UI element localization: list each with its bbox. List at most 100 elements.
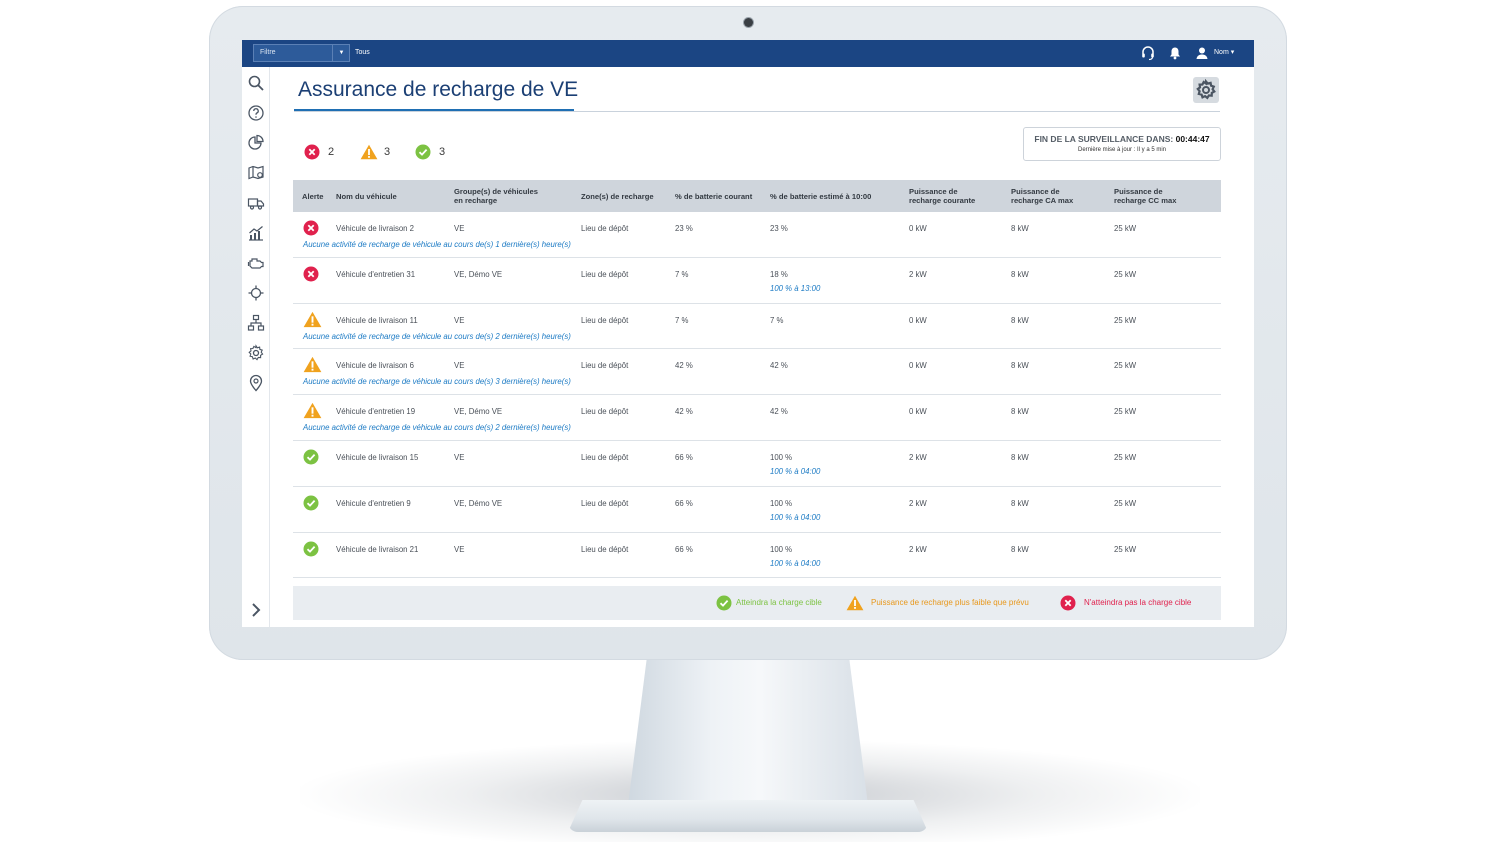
user-menu[interactable]: Nom ▾: [1214, 44, 1234, 62]
cell-power: 2 kW: [909, 269, 927, 279]
filter-value: Tous: [355, 49, 370, 56]
monitoring-timer: FIN DE LA SURVEILLANCE DANS: 00:44:47 De…: [1023, 127, 1221, 161]
estimated-note: 100 % à 04:00: [770, 558, 821, 568]
cell-battery: 23 %: [675, 224, 693, 233]
header-alert[interactable]: Alerte: [302, 180, 324, 212]
cell-power: 0 kW: [909, 315, 927, 325]
cell-dc: 25 kW: [1114, 269, 1137, 279]
map-pin-icon[interactable]: [247, 164, 265, 182]
estimated-note: 100 % à 04:00: [770, 512, 821, 522]
cell-zone: Lieu de dépôt: [581, 498, 629, 508]
cell-dc: 25 kW: [1114, 544, 1137, 554]
check-icon: [415, 144, 431, 160]
cell-ac: 8 kW: [1011, 407, 1029, 417]
bell-icon[interactable]: [1167, 45, 1183, 61]
engine-icon[interactable]: [247, 254, 265, 272]
counter-red-value: 2: [328, 146, 335, 158]
alert-status-red: [303, 266, 319, 287]
cell-zone: Lieu de dépôt: [581, 407, 629, 417]
legend-red-label: N'atteindra pas la charge cible: [1084, 598, 1192, 607]
header-ac[interactable]: Puissance de recharge CA max: [1011, 180, 1073, 212]
table-row[interactable]: Véhicule d'entretien 31 VE, Démo VE Lieu d…: [293, 258, 1221, 304]
cell-name: Véhicule d'entretien 19: [336, 407, 416, 417]
header-ac-l1: Puissance de: [1011, 187, 1060, 196]
monitor-stand-neck: [628, 655, 868, 805]
gear-icon[interactable]: [247, 344, 265, 362]
warning-icon: [303, 311, 322, 327]
check-icon: [716, 595, 732, 611]
cell-estimated: 42 %: [770, 407, 788, 417]
cell-name: Véhicule de livraison 21: [336, 544, 419, 554]
cell-ac: 8 kW: [1011, 453, 1029, 462]
cell-name: Véhicule de livraison 11: [336, 315, 418, 325]
screen: Filtre ▼ Tous Nom ▾ Assurance de recharg…: [242, 40, 1254, 627]
cell-estimated: 18 %: [770, 269, 788, 279]
table-row[interactable]: Véhicule de livraison 15 VE Lieu de dépôt 6…: [293, 441, 1221, 487]
header-ac-l2: recharge CA max: [1011, 196, 1074, 205]
header-power[interactable]: Puissance de recharge courante: [909, 180, 975, 212]
header-name[interactable]: Nom du véhicule: [336, 180, 397, 212]
page-title: Assurance de recharge de VE: [298, 78, 579, 101]
table-row[interactable]: Véhicule de livraison 6 VE Lieu de dépôt 42…: [293, 349, 1221, 396]
cell-estimated: 100 %: [770, 544, 793, 554]
integrations-icon[interactable]: [247, 284, 265, 302]
cell-estimated: 42 %: [770, 361, 788, 371]
location-icon[interactable]: [247, 374, 265, 392]
cell-groups: VE: [454, 453, 465, 462]
table-row[interactable]: Véhicule de livraison 11 VE Lieu de dépôt 7…: [293, 304, 1221, 350]
cell-groups: VE, Démo VE: [454, 498, 503, 508]
error-icon: [304, 144, 320, 160]
chevron-down-icon[interactable]: ▼: [332, 44, 350, 62]
analytics-icon[interactable]: [247, 224, 265, 242]
sidebar: [242, 67, 270, 627]
help-icon[interactable]: [247, 104, 265, 122]
header-dc[interactable]: Puissance de recharge CC max: [1114, 180, 1176, 212]
cell-power: 0 kW: [909, 224, 927, 233]
cell-name: Véhicule d'entretien 9: [336, 498, 411, 508]
table-row[interactable]: Véhicule d'entretien 19 VE, Démo VE Lieu d…: [293, 395, 1221, 441]
header-groups[interactable]: Groupe(s) de véhicules en recharge: [454, 180, 538, 212]
cell-battery: 66 %: [675, 544, 693, 554]
cell-power: 2 kW: [909, 498, 927, 508]
headset-icon[interactable]: [1140, 45, 1156, 61]
cell-battery: 66 %: [675, 498, 693, 508]
header-groups-l1: Groupe(s) de véhicules: [454, 187, 538, 196]
cell-dc: 25 kW: [1114, 453, 1137, 462]
header-zone[interactable]: Zone(s) de recharge: [581, 180, 654, 212]
table-row[interactable]: Véhicule de livraison 21 VE Lieu de dépôt 6…: [293, 533, 1221, 579]
pie-chart-icon[interactable]: [247, 134, 265, 152]
counter-orange-value: 3: [384, 146, 391, 158]
title-divider: [294, 111, 1220, 112]
error-icon: [303, 266, 319, 282]
legend-orange-label: Puissance de recharge plus faible que pr…: [871, 598, 1029, 607]
check-icon: [303, 495, 319, 511]
error-icon: [1060, 595, 1076, 611]
cell-battery: 7 %: [675, 315, 689, 325]
header-power-l2: recharge courante: [909, 196, 976, 205]
cell-battery: 42 %: [675, 361, 693, 371]
chevron-right-icon[interactable]: [247, 601, 265, 619]
header-dc-l1: Puissance de: [1114, 187, 1163, 196]
alert-status-orange: [303, 311, 322, 333]
table-row[interactable]: Véhicule d'entretien 9 VE, Démo VE Lieu de…: [293, 487, 1221, 533]
cell-ac: 8 kW: [1011, 269, 1029, 279]
truck-icon[interactable]: [247, 194, 265, 212]
row-note: Aucune activité de recharge de véhicule …: [303, 423, 571, 433]
user-avatar-icon[interactable]: [1194, 45, 1210, 61]
counter-green-value: 3: [439, 146, 446, 158]
header-dc-l2: recharge CC max: [1114, 196, 1177, 205]
cell-zone: Lieu de dépôt: [581, 544, 629, 554]
hierarchy-icon[interactable]: [247, 314, 265, 332]
cell-zone: Lieu de dépôt: [581, 361, 629, 371]
table-row[interactable]: Véhicule de livraison 2 VE Lieu de dépôt 23…: [293, 212, 1221, 258]
header-estimated[interactable]: % de batterie estimé à 10:00: [770, 180, 871, 212]
search-icon[interactable]: [247, 74, 265, 92]
estimated-note: 100 % à 04:00: [770, 467, 821, 476]
cell-dc: 25 kW: [1114, 315, 1137, 325]
cell-dc: 25 kW: [1114, 361, 1137, 371]
settings-button[interactable]: [1193, 77, 1219, 103]
check-icon: [303, 541, 319, 557]
cell-estimated: 23 %: [770, 224, 788, 233]
cell-estimated: 100 %: [770, 498, 793, 508]
header-battery[interactable]: % de batterie courant: [675, 180, 752, 212]
